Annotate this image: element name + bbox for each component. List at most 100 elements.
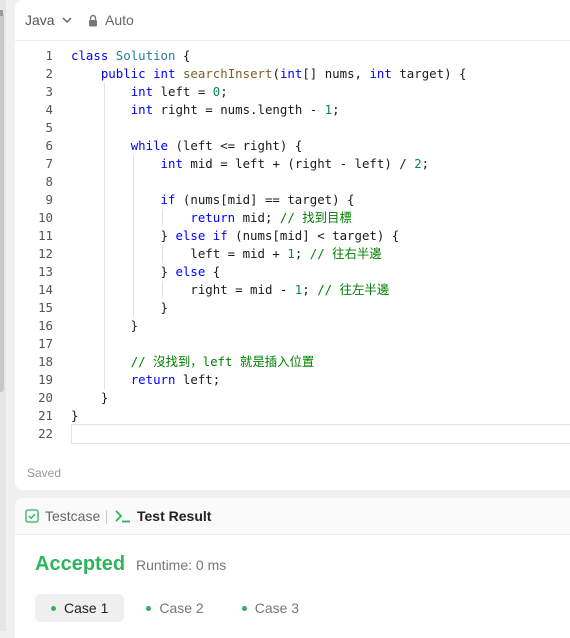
language-label: Java (25, 12, 55, 28)
line-number: 5 (45, 120, 53, 135)
code-text: return mid; // 找到目標 (190, 210, 352, 225)
code-text: } (71, 300, 168, 315)
line-number: 4 (45, 102, 53, 117)
lock-icon (89, 14, 97, 26)
case-tab-label: Case 1 (64, 600, 109, 616)
tab-testcase-label: Testcase (45, 508, 101, 524)
line-number: 3 (45, 84, 53, 99)
line-number: 19 (38, 372, 53, 387)
code-text: left = mid + 1; // 往右半邊 (71, 246, 382, 261)
checkbox-icon (25, 509, 39, 523)
line-number: 2 (45, 66, 53, 81)
line-number: 15 (38, 300, 53, 315)
line-number: 9 (45, 192, 53, 207)
line-number: 6 (45, 138, 53, 153)
line-number: 12 (38, 246, 53, 261)
case-tab-1[interactable]: Case 1 (35, 594, 125, 622)
code-text: } else if (nums[mid] < target) { (71, 228, 400, 243)
code-line[interactable]: 1 class Solution { (15, 47, 570, 65)
language-selector[interactable]: Java (25, 12, 73, 28)
code-line[interactable]: 5 (15, 119, 570, 137)
indent-guide (104, 335, 105, 353)
code-text: int left = 0; (130, 84, 228, 99)
code-text: class Solution { (71, 48, 191, 63)
code-line[interactable]: 12 left = mid + 1; // 往右半邊 (15, 245, 570, 263)
line-number: 16 (38, 318, 53, 333)
collapse-marker (0, 10, 3, 16)
result-panel: Testcase Test Result Accepted Runtime: 0… (15, 498, 570, 638)
case-tab-3[interactable]: Case 3 (226, 594, 315, 622)
code-line[interactable]: 2 public int searchInsert(int[] nums, in… (15, 65, 570, 83)
runtime-text: Runtime: 0 ms (136, 557, 227, 573)
code-area[interactable]: 1 class Solution { 2 public int searchInse… (15, 47, 570, 444)
saved-status: Saved (27, 466, 62, 480)
code-text: public int searchInsert(int[] nums, int … (100, 66, 467, 81)
code-line[interactable]: 22 (15, 424, 570, 444)
code-text: } (71, 318, 139, 333)
pass-dot-icon (241, 605, 247, 611)
pass-dot-icon (51, 605, 56, 611)
code-text: int mid = left + (right - left) / 2; (160, 156, 430, 171)
code-line[interactable]: 18 // 沒找到，left 就是插入位置 (15, 353, 570, 371)
case-tabs: Case 1 Case 2 Case 3 (35, 594, 315, 622)
line-number: 7 (45, 156, 53, 171)
code-line[interactable]: 21} (15, 407, 570, 425)
auto-mode-label: Auto (105, 12, 134, 28)
code-text: // 沒找到，left 就是插入位置 (130, 354, 315, 369)
case-tab-label: Case 3 (254, 600, 300, 616)
code-line[interactable]: 7 int mid = left + (right - left) / 2; (15, 155, 570, 173)
code-line[interactable]: 10 return mid; // 找到目標 (15, 209, 570, 227)
line-number: 17 (38, 336, 53, 351)
line-number: 14 (38, 282, 53, 297)
tab-test-result-label: Test Result (137, 508, 212, 524)
code-line[interactable]: 3 int left = 0; (15, 83, 570, 101)
code-line[interactable]: 13 } else { (15, 263, 570, 281)
indent-guide (133, 173, 134, 191)
terminal-icon (115, 510, 130, 523)
line-number: 1 (45, 48, 53, 63)
code-text: } (71, 408, 79, 423)
chevron-down-icon (62, 17, 72, 24)
editor-toolbar: Java Auto (15, 0, 570, 41)
line-number: 11 (38, 228, 53, 243)
indent-guide (104, 173, 105, 191)
panel-resize-strip[interactable] (0, 0, 6, 631)
code-line[interactable]: 19 return left; (15, 371, 570, 389)
result-tabs: Testcase Test Result (15, 498, 570, 535)
code-line[interactable]: 4 int right = nums.length - 1; (15, 101, 570, 119)
line-number: 22 (38, 426, 53, 441)
line-number: 8 (45, 174, 53, 189)
tab-divider (106, 510, 107, 524)
indent-guide (104, 119, 105, 137)
code-text: if (nums[mid] == target) { (160, 192, 355, 207)
line-number: 10 (38, 210, 53, 225)
code-editor-panel: Java Auto 1 class Solution { 2 public int … (15, 0, 570, 490)
code-text: int right = nums.length - 1; (130, 102, 340, 117)
line-number: 21 (38, 408, 53, 423)
panel-resize-handle[interactable] (0, 12, 4, 392)
code-line[interactable]: 16 } (15, 317, 570, 335)
case-tab-label: Case 2 (159, 600, 204, 616)
code-line[interactable]: 11 } else if (nums[mid] < target) { (15, 227, 570, 245)
tab-test-result[interactable]: Test Result (115, 508, 211, 524)
code-line[interactable]: 8 (15, 173, 570, 191)
code-text: return left; (130, 372, 221, 387)
auto-mode-indicator[interactable]: Auto (87, 12, 134, 28)
code-line[interactable]: 17 (15, 335, 570, 353)
code-line[interactable]: 20 } (15, 389, 570, 407)
code-text: } else { (71, 264, 221, 279)
code-text: while (left <= right) { (130, 138, 303, 153)
code-text: right = mid - 1; // 往左半邊 (71, 282, 390, 297)
code-line[interactable]: 15 } (15, 299, 570, 317)
code-text: } (71, 390, 109, 405)
code-line[interactable]: 6 while (left <= right) { (15, 137, 570, 155)
line-number: 13 (38, 264, 53, 279)
verdict-accepted: Accepted (35, 553, 126, 575)
pass-dot-icon (146, 605, 152, 611)
line-number: 18 (38, 354, 53, 369)
line-number: 20 (38, 390, 53, 405)
code-line[interactable]: 14 right = mid - 1; // 往左半邊 (15, 281, 570, 299)
code-line[interactable]: 9 if (nums[mid] == target) { (15, 191, 570, 209)
tab-testcase[interactable]: Testcase (25, 508, 100, 524)
case-tab-2[interactable]: Case 2 (130, 594, 219, 622)
